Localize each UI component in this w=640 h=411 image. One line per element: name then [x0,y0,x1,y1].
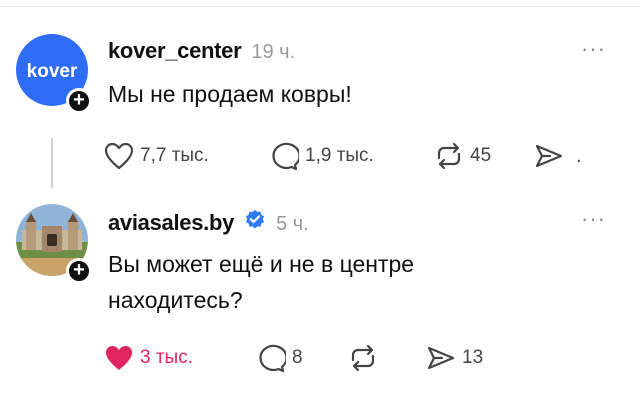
like-button[interactable]: 3 тыс. [104,344,256,372]
post-text: Мы не продаем ковры! [108,81,352,107]
heart-icon [104,142,134,170]
action-bar: 7,7 тыс. 1,9 тыс. 45 . [104,141,582,171]
avatar[interactable]: + [16,204,92,284]
post-header: aviasales.by 5 ч. [108,208,309,236]
verified-badge-icon [246,209,265,229]
follow-plus-icon[interactable]: + [66,88,92,114]
top-divider [0,6,640,7]
username[interactable]: aviasales.by [108,210,234,236]
avatar[interactable]: kover + [16,34,92,114]
action-bar: 3 тыс. 8 13 [104,343,483,373]
share-dot: . [576,144,582,167]
repost-count: 45 [470,145,492,166]
share-count: 13 [462,347,484,368]
more-options-icon[interactable]: ··· [581,36,606,62]
share-send-icon [535,144,563,168]
thread-line [51,138,53,188]
comment-icon [259,344,286,373]
repost-button[interactable]: 45 [434,142,534,170]
comment-count: 8 [292,347,303,368]
timestamp: 5 ч. [276,213,309,235]
svg-text:kover: kover [27,61,78,82]
post-header: kover_center 19 ч. [108,38,295,64]
comment-button[interactable]: 1,9 тыс. [269,141,434,171]
username[interactable]: kover_center [108,38,242,64]
follow-plus-icon[interactable]: + [66,258,92,284]
timestamp: 19 ч. [251,41,296,63]
post-text: Вы может ещё и не в центре находитесь? [108,251,415,313]
repost-button[interactable] [348,344,426,372]
repost-icon [351,344,375,372]
share-button[interactable]: . [534,142,582,170]
like-button[interactable]: 7,7 тыс. [104,142,269,170]
more-options-icon[interactable]: ··· [581,206,606,232]
comment-button[interactable]: 8 [256,343,348,373]
share-send-icon [427,346,455,370]
comment-icon [272,142,299,171]
like-count: 3 тыс. [140,347,193,368]
share-button[interactable]: 13 [426,344,483,372]
like-count: 7,7 тыс. [140,145,209,166]
comment-count: 1,9 тыс. [305,145,374,166]
repost-icon [437,142,461,170]
heart-filled-icon [106,346,132,370]
